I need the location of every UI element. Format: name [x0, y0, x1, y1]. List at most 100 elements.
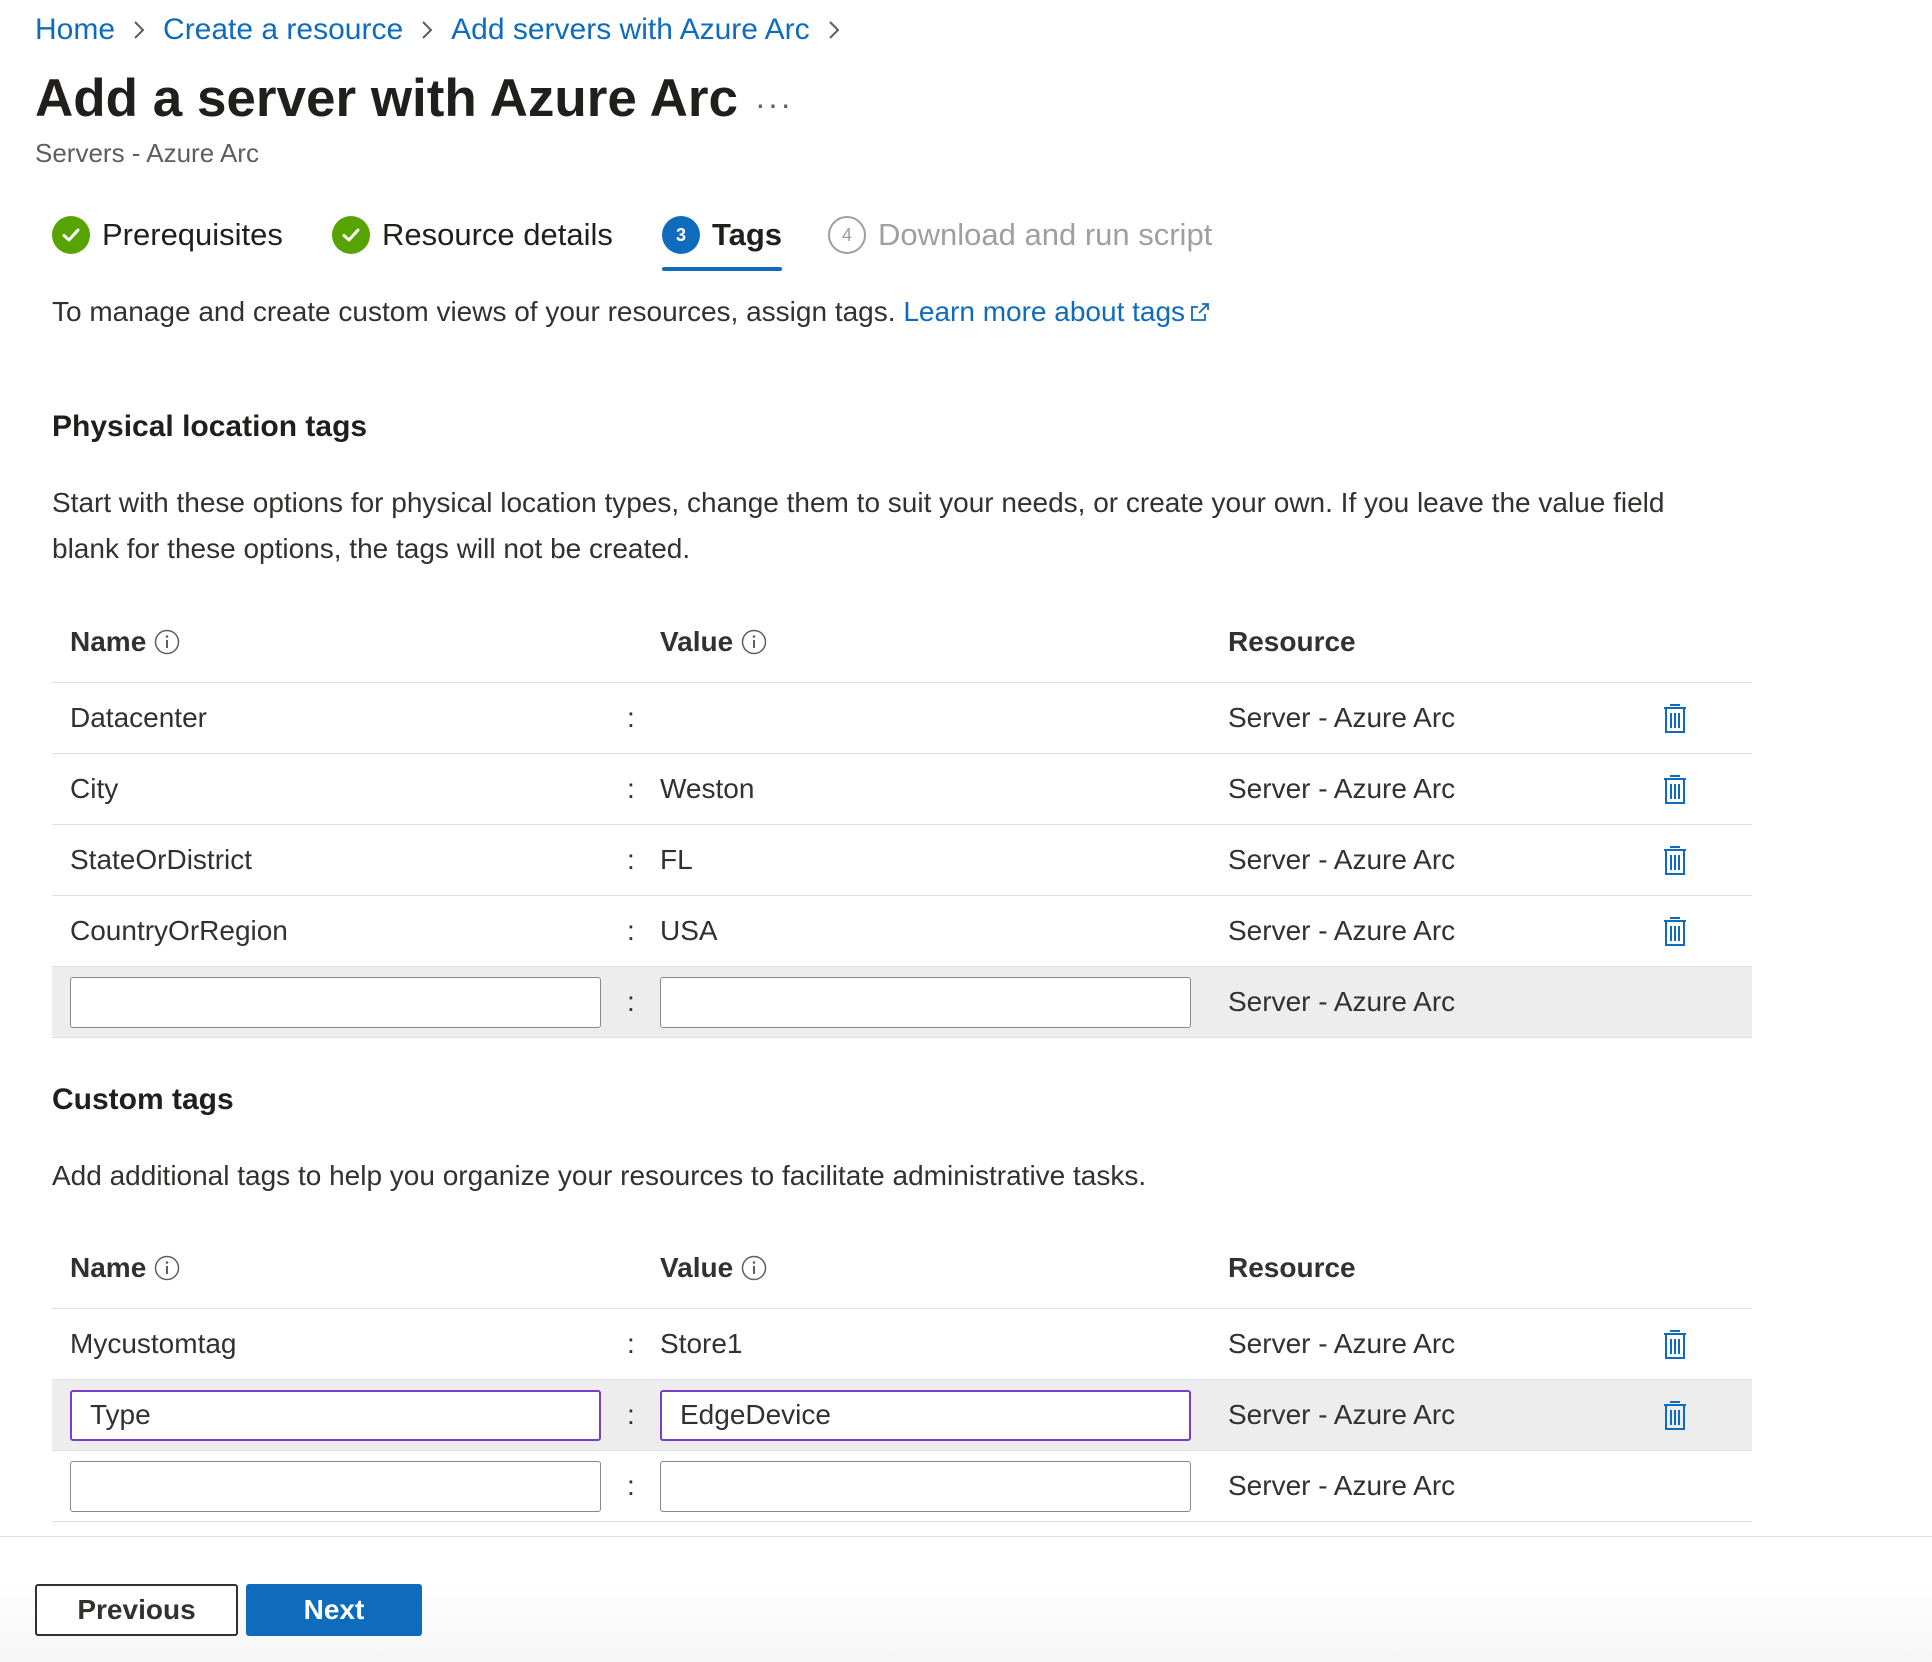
custom-tags-title: Custom tags [52, 1083, 234, 1116]
trash-icon [1664, 704, 1686, 733]
table-row: City : Weston Server - Azure Arc [52, 754, 1752, 825]
step-label: Tags [712, 217, 783, 252]
edit-tag-value-cell [660, 1380, 1191, 1450]
chevron-right-icon [810, 19, 858, 41]
tag-resource: Server - Azure Arc [1228, 1399, 1456, 1430]
tag-resource: Server - Azure Arc [1228, 915, 1456, 946]
footer-divider [0, 1536, 1932, 1537]
separator-colon: : [627, 844, 635, 875]
step-number-badge: 4 [828, 216, 866, 254]
editing-tag-row: : Server - Azure Arc [52, 1380, 1752, 1451]
info-icon[interactable] [154, 1255, 180, 1281]
physical-tags-title: Physical location tags [52, 410, 368, 443]
step-number-badge: 3 [662, 216, 700, 254]
tag-value-input[interactable] [660, 1389, 1191, 1441]
delete-tag-button[interactable] [1660, 1380, 1690, 1450]
delete-tag-button[interactable] [1660, 825, 1690, 895]
info-icon[interactable] [741, 629, 767, 655]
header-value: Value [660, 602, 767, 682]
breadcrumb-add-servers[interactable]: Add servers with Azure Arc [451, 13, 809, 47]
tag-name: City [70, 773, 119, 804]
table-row: StateOrDistrict : FL Server - Azure Arc [52, 825, 1752, 896]
page-title: Add a server with Azure Arc [35, 69, 738, 128]
intro-text: To manage and create custom views of you… [52, 296, 1211, 328]
custom-tags-description: Add additional tags to help you organize… [52, 1160, 1147, 1191]
table-row: Datacenter : Server - Azure Arc [52, 683, 1752, 754]
next-button[interactable]: Next [246, 1584, 422, 1636]
table-header: Name Value Resource [52, 1228, 1752, 1309]
new-tag-name-input[interactable] [70, 976, 601, 1028]
tag-resource: Server - Azure Arc [1228, 1470, 1456, 1501]
separator-colon: : [627, 773, 635, 804]
step-label: Download and run script [878, 217, 1213, 252]
info-icon[interactable] [154, 629, 180, 655]
tag-resource: Server - Azure Arc [1228, 702, 1456, 733]
tag-name: StateOrDistrict [70, 844, 253, 875]
checkmark-circle-icon [332, 216, 370, 254]
delete-tag-button[interactable] [1660, 683, 1690, 753]
previous-button[interactable]: Previous [35, 1584, 238, 1636]
header-name: Name [70, 1228, 180, 1308]
trash-icon [1664, 1401, 1686, 1430]
more-options-button[interactable]: ··· [755, 86, 793, 123]
checkmark-circle-icon [52, 216, 90, 254]
separator-colon: : [627, 1328, 635, 1359]
trash-icon [1664, 917, 1686, 946]
separator-colon: : [627, 986, 635, 1017]
trash-icon [1664, 775, 1686, 804]
chevron-right-icon [403, 19, 451, 41]
breadcrumb-home[interactable]: Home [35, 13, 115, 47]
tag-resource: Server - Azure Arc [1228, 844, 1456, 875]
delete-tag-button[interactable] [1660, 896, 1690, 966]
intro-description: To manage and create custom views of you… [52, 296, 896, 327]
tag-value: USA [660, 915, 718, 946]
new-tag-value-cell [660, 967, 1191, 1037]
new-tag-name-input[interactable] [70, 1460, 601, 1512]
delete-tag-button[interactable] [1660, 1309, 1690, 1379]
table-header: Name Value Resource [52, 602, 1752, 683]
new-tag-name-cell [70, 1451, 601, 1521]
tag-name: Mycustomtag [70, 1328, 237, 1359]
custom-tags-table: Name Value Resource Mycustomtag : Store1… [52, 1228, 1752, 1522]
breadcrumb-create-resource[interactable]: Create a resource [163, 13, 403, 47]
step-prerequisites[interactable]: Prerequisites [52, 205, 283, 265]
new-tag-value-input[interactable] [660, 976, 1191, 1028]
new-tag-row: : Server - Azure Arc [52, 1451, 1752, 1522]
step-label: Prerequisites [102, 217, 283, 252]
step-resource-details[interactable]: Resource details [332, 205, 613, 265]
step-download-run-script[interactable]: 4 Download and run script [828, 205, 1212, 265]
new-tag-value-input[interactable] [660, 1460, 1191, 1512]
tag-name: CountryOrRegion [70, 915, 288, 946]
table-row: CountryOrRegion : USA Server - Azure Arc [52, 896, 1752, 967]
learn-more-tags-link[interactable]: Learn more about tags [903, 296, 1211, 327]
separator-colon: : [627, 702, 635, 733]
separator-colon: : [627, 1399, 635, 1430]
chevron-right-icon [115, 19, 163, 41]
edit-tag-name-cell [70, 1380, 601, 1450]
tag-resource: Server - Azure Arc [1228, 986, 1456, 1017]
tag-value: Weston [660, 773, 755, 804]
separator-colon: : [627, 915, 635, 946]
active-step-underline [662, 267, 783, 271]
physical-tags-description: Start with these options for physical lo… [52, 487, 1665, 564]
page-subtitle: Servers - Azure Arc [35, 138, 259, 168]
delete-tag-button[interactable] [1660, 754, 1690, 824]
trash-icon [1664, 1330, 1686, 1359]
table-row: Mycustomtag : Store1 Server - Azure Arc [52, 1309, 1752, 1380]
tag-resource: Server - Azure Arc [1228, 773, 1456, 804]
external-link-icon [1191, 303, 1209, 321]
tag-name: Datacenter [70, 702, 207, 733]
new-tag-value-cell [660, 1451, 1191, 1521]
new-tag-name-cell [70, 967, 601, 1037]
tag-value: Store1 [660, 1328, 743, 1359]
tag-name-input[interactable] [70, 1389, 601, 1441]
header-name: Name [70, 602, 180, 682]
trash-icon [1664, 846, 1686, 875]
breadcrumb: Home Create a resource Add servers with … [35, 10, 858, 50]
physical-tags-table: Name Value Resource Datacenter : Server … [52, 602, 1752, 1038]
tag-value: FL [660, 844, 693, 875]
new-tag-row: : Server - Azure Arc [52, 967, 1752, 1038]
header-resource: Resource [1228, 626, 1356, 657]
step-tags[interactable]: 3 Tags [662, 205, 783, 271]
info-icon[interactable] [741, 1255, 767, 1281]
